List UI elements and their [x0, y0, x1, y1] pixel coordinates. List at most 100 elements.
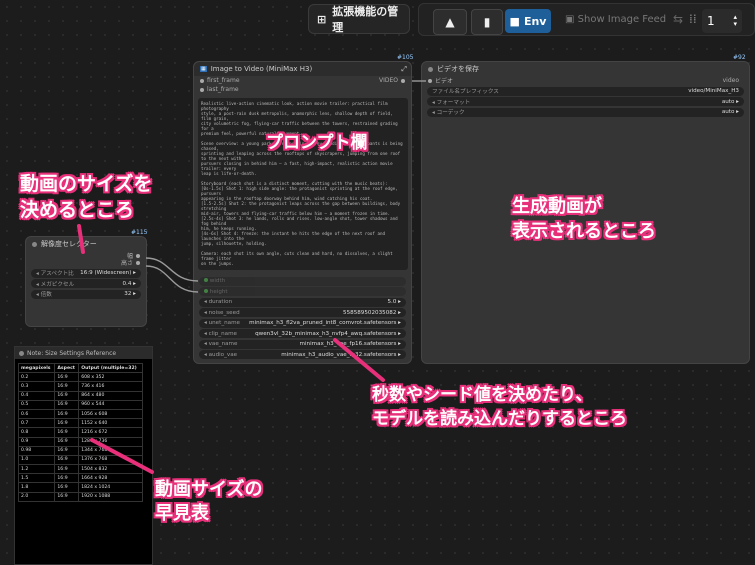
env-button[interactable]: ■ Env: [505, 9, 551, 33]
table-row: 2.0 16:9 1920 x 1088: [17, 491, 143, 502]
megapixel-value: 0.4: [122, 280, 132, 287]
input-first-frame[interactable]: first_frame VIDEO: [194, 76, 411, 85]
table-cell: 16:9: [54, 381, 80, 392]
node-badge-icon: ▦: [200, 66, 207, 72]
table-cell: 1664 x 928: [78, 473, 143, 484]
clip-name-widget[interactable]: ◂ clip_name qwen3vl_32b_minimax_h3_nvfp4…: [199, 329, 406, 338]
settings-annotation: 秒数やシード値を決めたり、 モデルを読み込んだりするところ: [372, 383, 627, 431]
bookmark-button[interactable]: ▮: [471, 9, 503, 35]
table-header-cell: megapixels: [17, 362, 56, 374]
codec-widget[interactable]: ◂ コーデック auto ▸: [427, 107, 744, 117]
unet-name-widget[interactable]: ◂ unet_name minimax_h3_fl2va_pruned_int8…: [199, 318, 406, 328]
width-input[interactable]: width: [199, 276, 406, 286]
table-cell: 16:9: [54, 482, 80, 493]
width-port[interactable]: [204, 278, 208, 282]
output-annotation: 生成動画が 表示されるところ: [512, 194, 656, 244]
aspect-ratio-widget[interactable]: ◂ アスペクト比 16:9 (Widescreen) ▸: [31, 268, 141, 278]
audio-vae-value: minimax_h3_audio_vae_fp32.safetensors: [281, 351, 397, 358]
input-video[interactable]: ビデオ video: [422, 76, 749, 85]
filename-prefix-widget[interactable]: ファイル名プレフィックス video/MiniMax_H3: [427, 86, 744, 96]
noise-seed-widget[interactable]: ◂ noise_seed 558589502035082 ▸: [199, 308, 406, 317]
input-port-last-frame[interactable]: [200, 87, 204, 92]
format-label: フォーマット: [436, 99, 471, 106]
table-row: 0.7 16:9 1152 x 640: [17, 418, 143, 429]
table-cell: 1152 x 640: [78, 418, 143, 429]
noise-seed-label: noise_seed: [208, 309, 240, 316]
table-cell: 16:9: [54, 464, 80, 475]
resolution-selector-node[interactable]: 解像度セレクター 幅 高さ ◂ アスペクト比 16:9 (Widescreen)…: [25, 236, 147, 327]
duration-value: 5.0: [387, 299, 397, 305]
duration-widget[interactable]: ◂ duration 5.0 ▸: [199, 297, 406, 307]
height-port[interactable]: [204, 288, 208, 293]
node-collapse-dot[interactable]: [428, 66, 433, 72]
multiple-label: 倍数: [40, 292, 52, 298]
node-105-title[interactable]: Image to Video (MiniMax H3): [211, 65, 312, 73]
node-collapse-dot[interactable]: [19, 350, 24, 356]
table-cell: 1216 x 672: [78, 427, 143, 438]
table-cell: 0.8: [17, 427, 56, 438]
extensions-manager-button[interactable]: ⊞ 拡張機能の管理: [308, 4, 410, 34]
table-cell: 2.0: [17, 491, 56, 502]
height-input[interactable]: height: [199, 287, 406, 296]
table-row: 0.98 16:9 1344 x 768: [17, 445, 143, 456]
size-annotation: 動画のサイズを 決めるところ: [20, 171, 152, 223]
show-image-feed-label: Show Image Feed: [577, 14, 667, 25]
table-annotation-line1: 動画サイズの: [155, 479, 263, 500]
image-to-video-node[interactable]: ▦ Image to Video (MiniMax H3) ⤢ first_fr…: [193, 61, 412, 364]
input-port-video[interactable]: [428, 78, 432, 83]
node-115-title[interactable]: 解像度セレクター: [41, 239, 97, 249]
extensions-manager-label: 拡張機能の管理: [332, 5, 399, 34]
table-cell: 16:9: [54, 473, 80, 484]
megapixel-widget[interactable]: ◂ メガピクセル 0.4 ▸: [31, 279, 141, 288]
table-cell: 960 x 544: [78, 399, 143, 410]
logo-icon: ▲: [445, 15, 455, 29]
format-widget[interactable]: ◂ フォーマット auto ▸: [427, 97, 744, 106]
toolbar-group: ▲ ▮ ■ Env ▣ Show Image Feed ⇆ ⁞⁞ 1 ▴ ▾: [418, 3, 755, 36]
output-height[interactable]: 高さ: [26, 258, 146, 267]
show-image-feed-button[interactable]: ▣ Show Image Feed: [565, 14, 666, 25]
toggle-icon[interactable]: ⇆: [673, 12, 683, 26]
audio-vae-widget[interactable]: ◂ audio_vae minimax_h3_audio_vae_fp32.sa…: [199, 350, 406, 359]
table-cell: 0.5: [17, 399, 56, 410]
node-collapse-dot[interactable]: [32, 241, 37, 247]
input-last-frame[interactable]: last_frame: [194, 85, 411, 94]
logo-button[interactable]: ▲: [433, 9, 467, 35]
prompt-textarea[interactable]: Realistic live-action cinematic look, ac…: [198, 98, 408, 270]
codec-value: auto: [721, 109, 735, 115]
table-row: 0.9 16:9 1280 x 736: [17, 436, 143, 447]
table-row: 0.8 16:9 1216 x 672: [17, 427, 143, 438]
output-port-height[interactable]: [136, 260, 140, 265]
table-cell: 0.98: [17, 445, 56, 456]
table-cell: 16:9: [54, 408, 80, 420]
table-row: 0.6 16:9 1056 x 608: [17, 408, 143, 420]
table-cell: 864 x 480: [78, 390, 143, 401]
output-annotation-line2: 表示されるところ: [512, 221, 656, 242]
table-cell: 16:9: [54, 491, 80, 502]
output-annotation-line1: 生成動画が: [512, 196, 602, 217]
table-cell: 1824 x 1024: [78, 482, 143, 493]
output-height-label: 高さ: [120, 260, 133, 267]
drag-grip-icon[interactable]: ⁞⁞: [689, 12, 697, 26]
size-annotation-line2: 決めるところ: [20, 199, 135, 221]
height-label: height: [209, 288, 228, 295]
input-port-first-frame[interactable]: [200, 78, 204, 83]
input-video-type: video: [722, 77, 739, 84]
size-reference-note[interactable]: Note: Size Settings Reference megapixels…: [14, 346, 153, 565]
aspect-ratio-label: アスペクト比: [40, 271, 74, 277]
table-row: 0.5 16:9 960 x 544: [17, 399, 143, 410]
settings-annotation-line2: モデルを読み込んだりするところ: [372, 409, 627, 429]
stepper-arrows-icon[interactable]: ▴ ▾: [733, 14, 737, 28]
queue-count-stepper[interactable]: 1 ▴ ▾: [702, 9, 742, 33]
vae-name-widget[interactable]: ◂ vae_name minimax_h3_vae_fp16.safetenso…: [199, 339, 406, 349]
output-port-video[interactable]: [401, 78, 405, 83]
multiple-widget[interactable]: ◂ 倍数 32 ▸: [31, 289, 141, 299]
expand-icon[interactable]: ⤢: [401, 65, 407, 74]
output-port-width[interactable]: [136, 253, 140, 258]
settings-annotation-line1: 秒数やシード値を決めたり、: [372, 385, 593, 405]
table-annotation: 動画サイズの 早見表: [155, 478, 262, 526]
table-cell: 736 x 416: [78, 381, 143, 392]
input-last-frame-label: last_frame: [207, 86, 239, 93]
note-title[interactable]: Note: Size Settings Reference: [27, 350, 116, 357]
puzzle-icon: ⊞: [317, 12, 327, 26]
node-92-title[interactable]: ビデオを保存: [437, 64, 479, 74]
